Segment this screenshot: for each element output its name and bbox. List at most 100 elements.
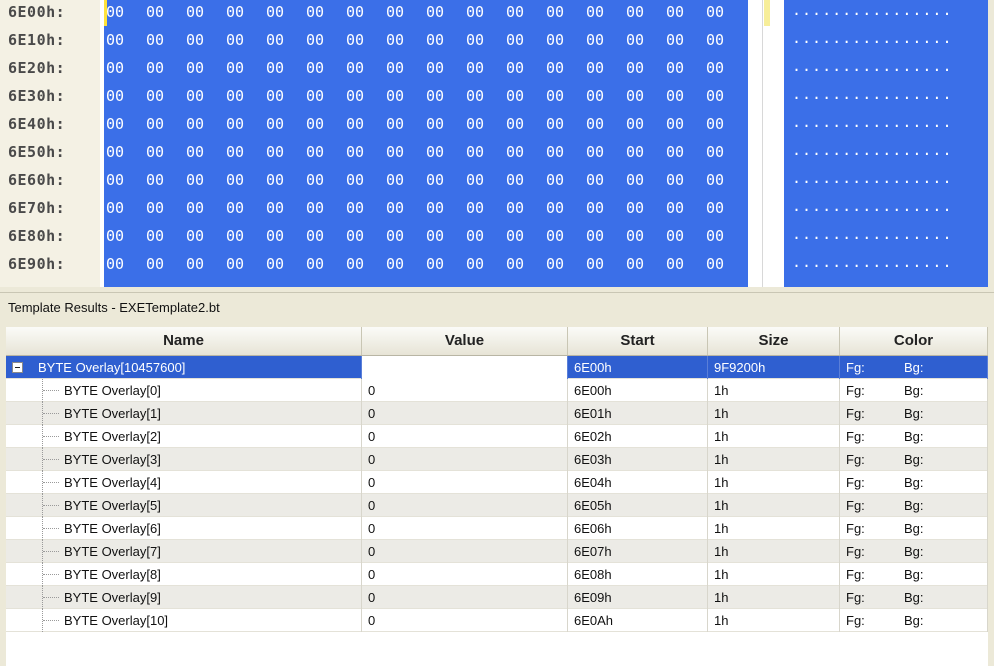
hex-byte[interactable]: 00 <box>586 3 604 21</box>
cell-start[interactable]: 6E05h <box>568 494 708 517</box>
column-header-color[interactable]: Color <box>840 327 988 355</box>
hex-byte[interactable]: 00 <box>586 199 604 217</box>
hex-row[interactable]: 6E60h: 00 00 00 00 00 00 00 00 00 00 00 00 00 00 00 00..… <box>0 168 994 196</box>
hex-byte[interactable]: 00 <box>346 59 364 77</box>
hex-byte[interactable]: 00 <box>626 143 644 161</box>
hex-byte[interactable]: 00 <box>666 171 684 189</box>
hex-byte[interactable]: 00 <box>346 115 364 133</box>
hex-byte[interactable]: 00 <box>426 87 444 105</box>
cell-start[interactable]: 6E07h <box>568 540 708 563</box>
hex-byte[interactable]: 00 <box>546 87 564 105</box>
hex-byte[interactable]: 00 <box>186 171 204 189</box>
hex-byte[interactable]: 00 <box>386 143 404 161</box>
hex-byte[interactable]: 00 <box>586 171 604 189</box>
hex-byte[interactable]: 00 <box>426 3 444 21</box>
table-row[interactable]: BYTE Overlay[8] 0 6E08h 1h Fg: Bg: <box>6 563 988 586</box>
hex-byte[interactable]: 00 <box>506 115 524 133</box>
hex-byte[interactable]: 00 <box>226 143 244 161</box>
hex-byte[interactable]: 00 <box>626 115 644 133</box>
hex-byte[interactable]: 00 <box>706 199 724 217</box>
hex-byte[interactable]: 00 <box>106 115 124 133</box>
hex-byte[interactable]: 00 <box>146 3 164 21</box>
hex-byte[interactable]: 00 <box>506 87 524 105</box>
hex-byte[interactable]: 00 <box>186 59 204 77</box>
hex-byte[interactable]: 00 <box>706 143 724 161</box>
hex-byte[interactable]: 00 <box>546 227 564 245</box>
hex-byte[interactable]: 00 <box>386 87 404 105</box>
table-row[interactable]: BYTE Overlay[6] 0 6E06h 1h Fg: Bg: <box>6 517 988 540</box>
hex-byte[interactable]: 00 <box>626 255 644 273</box>
column-header-start[interactable]: Start <box>568 327 708 355</box>
cell-size[interactable]: 1h <box>708 609 840 632</box>
cell-color[interactable]: Fg: Bg: <box>840 471 988 494</box>
cell-value[interactable]: 0 <box>362 540 568 563</box>
hex-byte[interactable]: 00 <box>146 59 164 77</box>
hex-byte[interactable]: 00 <box>666 255 684 273</box>
hex-byte[interactable]: 00 <box>226 115 244 133</box>
table-row[interactable]: BYTE Overlay[4] 0 6E04h 1h Fg: Bg: <box>6 471 988 494</box>
hex-row[interactable]: 6E40h: 00 00 00 00 00 00 00 00 00 00 00 00 00 00 00 00..… <box>0 112 994 140</box>
table-row[interactable]: BYTE Overlay[10] 0 6E0Ah 1h Fg: Bg: <box>6 609 988 632</box>
hex-byte[interactable]: 00 <box>386 115 404 133</box>
hex-row-ascii[interactable]: ................ <box>792 29 953 47</box>
hex-byte[interactable]: 00 <box>506 31 524 49</box>
hex-byte[interactable]: 00 <box>186 87 204 105</box>
hex-byte[interactable]: 00 <box>466 115 484 133</box>
hex-row-ascii[interactable]: ................ <box>792 113 953 131</box>
hex-byte[interactable]: 00 <box>346 31 364 49</box>
hex-byte[interactable]: 00 <box>266 227 284 245</box>
hex-byte[interactable]: 00 <box>586 59 604 77</box>
hex-byte[interactable]: 00 <box>706 171 724 189</box>
hex-byte[interactable]: 00 <box>466 31 484 49</box>
hex-byte[interactable]: 00 <box>626 87 644 105</box>
hex-byte[interactable]: 00 <box>346 143 364 161</box>
hex-byte[interactable]: 00 <box>226 31 244 49</box>
cell-start[interactable]: 6E06h <box>568 517 708 540</box>
cell-name[interactable]: BYTE Overlay[10457600] <box>6 356 362 379</box>
hex-byte[interactable]: 00 <box>346 171 364 189</box>
hex-byte[interactable]: 00 <box>466 227 484 245</box>
hex-byte[interactable]: 00 <box>226 199 244 217</box>
hex-byte[interactable]: 00 <box>306 199 324 217</box>
hex-byte[interactable]: 00 <box>306 115 324 133</box>
hex-byte[interactable]: 00 <box>466 255 484 273</box>
cell-start[interactable]: 6E01h <box>568 402 708 425</box>
cell-name[interactable]: BYTE Overlay[8] <box>6 563 362 586</box>
cell-size[interactable]: 1h <box>708 425 840 448</box>
hex-byte[interactable]: 00 <box>546 3 564 21</box>
hex-byte[interactable]: 00 <box>306 227 324 245</box>
hex-byte[interactable]: 00 <box>706 227 724 245</box>
hex-byte[interactable]: 00 <box>426 199 444 217</box>
hex-byte[interactable]: 00 <box>546 255 564 273</box>
cell-size[interactable]: 1h <box>708 494 840 517</box>
cell-name[interactable]: BYTE Overlay[4] <box>6 471 362 494</box>
hex-byte[interactable]: 00 <box>266 255 284 273</box>
cell-value[interactable] <box>362 356 568 379</box>
hex-byte[interactable]: 00 <box>266 143 284 161</box>
hex-byte[interactable]: 00 <box>346 227 364 245</box>
hex-byte[interactable]: 00 <box>546 59 564 77</box>
hex-row-ascii[interactable]: ................ <box>792 141 953 159</box>
cell-size[interactable]: 1h <box>708 379 840 402</box>
hex-byte[interactable]: 00 <box>186 143 204 161</box>
hex-byte[interactable]: 00 <box>626 31 644 49</box>
hex-byte[interactable]: 00 <box>666 3 684 21</box>
hex-row-ascii[interactable]: ................ <box>792 253 953 271</box>
cell-color[interactable]: Fg: Bg: <box>840 609 988 632</box>
cell-name[interactable]: BYTE Overlay[3] <box>6 448 362 471</box>
hex-byte[interactable]: 00 <box>346 255 364 273</box>
hex-editor-view[interactable]: 6E00h: 00 00 00 00 00 00 00 00 00 00 00 00 00 00 00 00..… <box>0 0 994 287</box>
hex-byte[interactable]: 00 <box>466 199 484 217</box>
cell-value[interactable]: 0 <box>362 609 568 632</box>
hex-byte[interactable]: 00 <box>186 255 204 273</box>
hex-byte[interactable]: 00 <box>306 31 324 49</box>
table-row[interactable]: BYTE Overlay[3] 0 6E03h 1h Fg: Bg: <box>6 448 988 471</box>
table-row[interactable]: BYTE Overlay[0] 0 6E00h 1h Fg: Bg: <box>6 379 988 402</box>
hex-byte[interactable]: 00 <box>386 199 404 217</box>
hex-byte[interactable]: 00 <box>706 3 724 21</box>
hex-byte[interactable]: 00 <box>506 199 524 217</box>
hex-byte[interactable]: 00 <box>266 31 284 49</box>
hex-byte[interactable]: 00 <box>426 143 444 161</box>
hex-byte[interactable]: 00 <box>506 59 524 77</box>
hex-byte[interactable]: 00 <box>386 59 404 77</box>
